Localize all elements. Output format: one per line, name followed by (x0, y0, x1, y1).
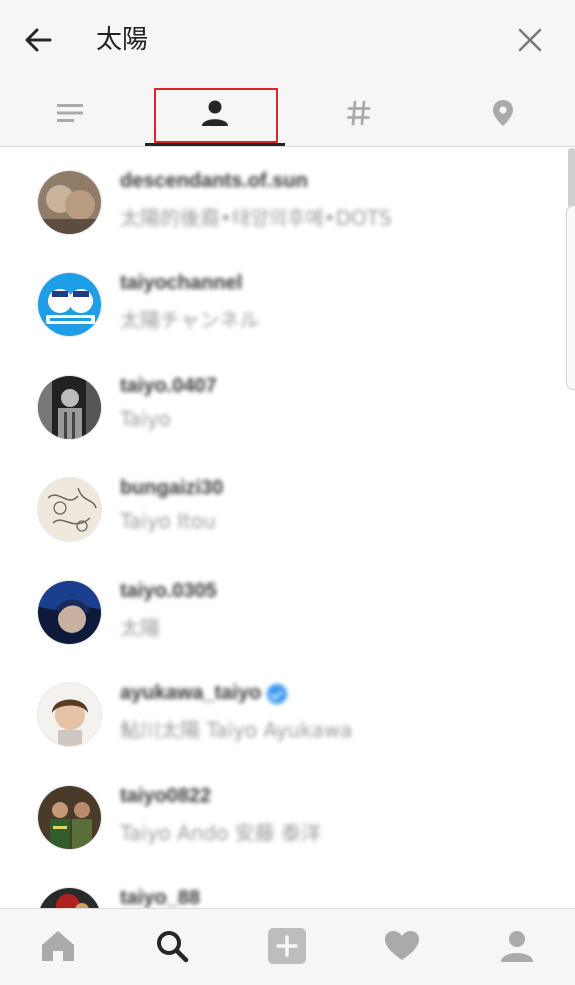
search-header: 太陽 (0, 0, 575, 147)
search-input[interactable]: 太陽 (96, 22, 148, 58)
list-item[interactable]: taiyo_88 (0, 865, 575, 908)
full-name: Taiyo (120, 407, 171, 431)
list-item[interactable]: bungaizi30 Taiyo Itou (0, 455, 575, 555)
nav-activity-button[interactable] (377, 921, 427, 971)
location-pin-icon (493, 100, 513, 126)
nav-home-button[interactable] (33, 921, 83, 971)
username: taiyo.0407 (120, 375, 217, 397)
nav-search-button[interactable] (147, 921, 197, 971)
avatar (37, 785, 102, 850)
list-icon (57, 104, 83, 122)
list-item[interactable]: taiyo.0305 太陽 (0, 558, 575, 658)
search-icon (157, 931, 189, 963)
search-tabs (0, 80, 575, 146)
heart-icon (385, 931, 419, 960)
username: bungaizi30 (120, 477, 224, 499)
username: ayukawa_taiyo (120, 682, 288, 705)
username: taiyo_88 (120, 887, 201, 908)
avatar (37, 375, 102, 440)
nav-add-post-button[interactable] (262, 921, 312, 971)
annotation-highlight-box (154, 88, 278, 143)
full-name: 太陽的後裔•태양의후예•DOTS (120, 206, 392, 230)
full-name: 鮎川太陽 Taiyo Ayukawa (120, 718, 353, 742)
back-button[interactable] (18, 20, 58, 60)
username: taiyo.0305 (120, 580, 217, 602)
active-tab-indicator (145, 143, 285, 146)
people-results-list: descendants.of.sun 太陽的後裔•태양의후예•DOTS taiy… (0, 148, 575, 908)
list-item[interactable]: taiyo0822 Taiyo Ando 安藤 泰洋 (0, 763, 575, 863)
avatar (37, 682, 102, 747)
scrollbar[interactable] (568, 148, 575, 208)
full-name: Taiyo Itou (120, 509, 216, 533)
full-name: 太陽 (120, 616, 160, 640)
list-item[interactable]: ayukawa_taiyo 鮎川太陽 Taiyo Ayukawa (0, 660, 575, 760)
avatar (37, 580, 102, 645)
username: taiyo0822 (120, 785, 212, 807)
edge-panel-handle[interactable] (566, 205, 575, 390)
username: descendants.of.sun (120, 170, 308, 192)
arrow-left-icon (25, 28, 52, 52)
nav-profile-button[interactable] (492, 921, 542, 971)
list-item[interactable]: taiyo.0407 Taiyo (0, 353, 575, 453)
full-name: Taiyo Ando 安藤 泰洋 (120, 821, 322, 845)
close-icon (518, 28, 542, 52)
verified-badge-icon (267, 683, 288, 704)
tab-places[interactable] (443, 80, 563, 146)
home-icon (42, 931, 74, 961)
bottom-navigation (0, 908, 575, 985)
clear-search-button[interactable] (510, 20, 550, 60)
list-item[interactable]: descendants.of.sun 太陽的後裔•태양의후예•DOTS (0, 148, 575, 248)
plus-icon (268, 928, 306, 964)
avatar (37, 272, 102, 337)
tab-top[interactable] (10, 80, 130, 146)
avatar (37, 170, 102, 235)
avatar (37, 477, 102, 542)
username-text: ayukawa_taiyo (120, 682, 262, 704)
tab-tags[interactable] (299, 80, 419, 146)
username: taiyochannel (120, 272, 243, 294)
list-item[interactable]: taiyochannel 太陽チャンネル (0, 250, 575, 350)
avatar (37, 887, 102, 908)
full-name: 太陽チャンネル (120, 308, 260, 332)
profile-icon (501, 931, 533, 962)
hashtag-icon (347, 100, 371, 126)
